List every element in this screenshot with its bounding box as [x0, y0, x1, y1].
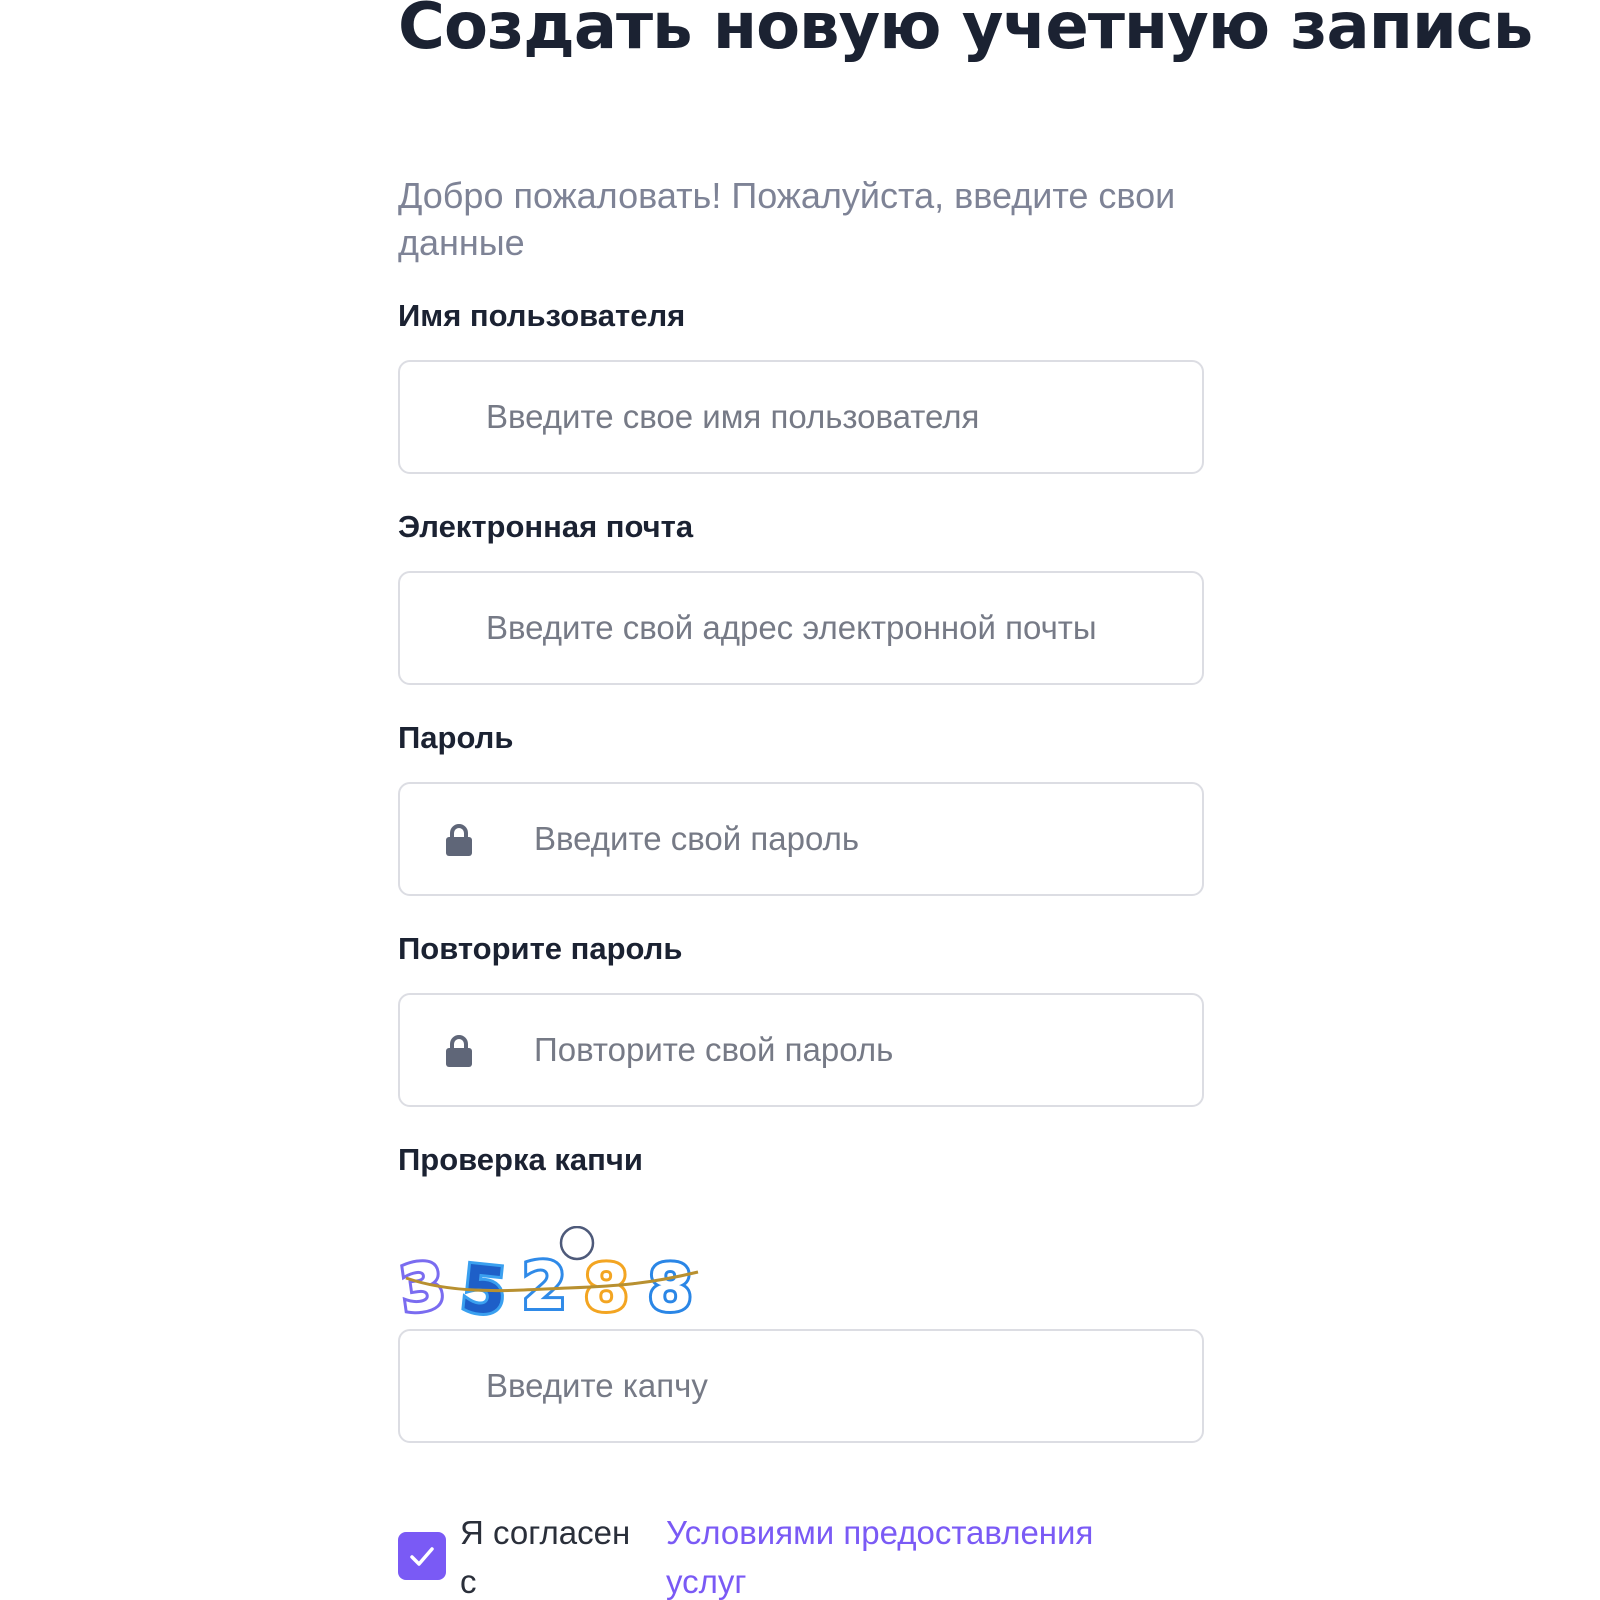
username-field[interactable] [398, 360, 1204, 474]
registration-page: Создать новую учетную запись Добро пожал… [0, 0, 1600, 1600]
page-title: Создать новую учетную запись [398, 0, 1533, 70]
terms-of-service-link[interactable]: Условиями предоставления услуг [666, 1508, 1146, 1600]
password-repeat-field[interactable] [398, 993, 1204, 1107]
captcha-digit: 8 [648, 1252, 693, 1326]
email-label: Электронная почта [398, 509, 694, 544]
terms-agree-text: Я согласен с [460, 1514, 631, 1600]
captcha-field[interactable] [398, 1329, 1204, 1443]
password-repeat-input[interactable] [534, 995, 1184, 1105]
captcha-image: 3 5 2 8 8 [398, 1226, 699, 1326]
page-subtitle: Добро пожаловать! Пожалуйста, введите св… [398, 175, 1176, 263]
password-input[interactable] [534, 784, 1184, 894]
lock-icon [446, 1035, 472, 1067]
page-title-line: Создать новую учетную запись [398, 0, 1533, 64]
username-input[interactable] [486, 362, 1186, 472]
username-label: Имя пользователя [398, 298, 686, 333]
email-field[interactable] [398, 571, 1204, 685]
captcha-input[interactable] [486, 1331, 1186, 1441]
email-input[interactable] [486, 573, 1186, 683]
password-field[interactable] [398, 782, 1204, 896]
password-label: Пароль [398, 720, 514, 755]
terms-checkbox[interactable] [398, 1532, 446, 1580]
password-repeat-label: Повторите пароль [398, 931, 683, 966]
captcha-digit: 8 [584, 1252, 629, 1326]
terms-agreement: Я согласен с Условиями предоставления ус… [398, 1508, 1204, 1600]
captcha-label: Проверка капчи [398, 1142, 643, 1177]
checkmark-icon [410, 1547, 434, 1566]
lock-icon [446, 824, 472, 856]
